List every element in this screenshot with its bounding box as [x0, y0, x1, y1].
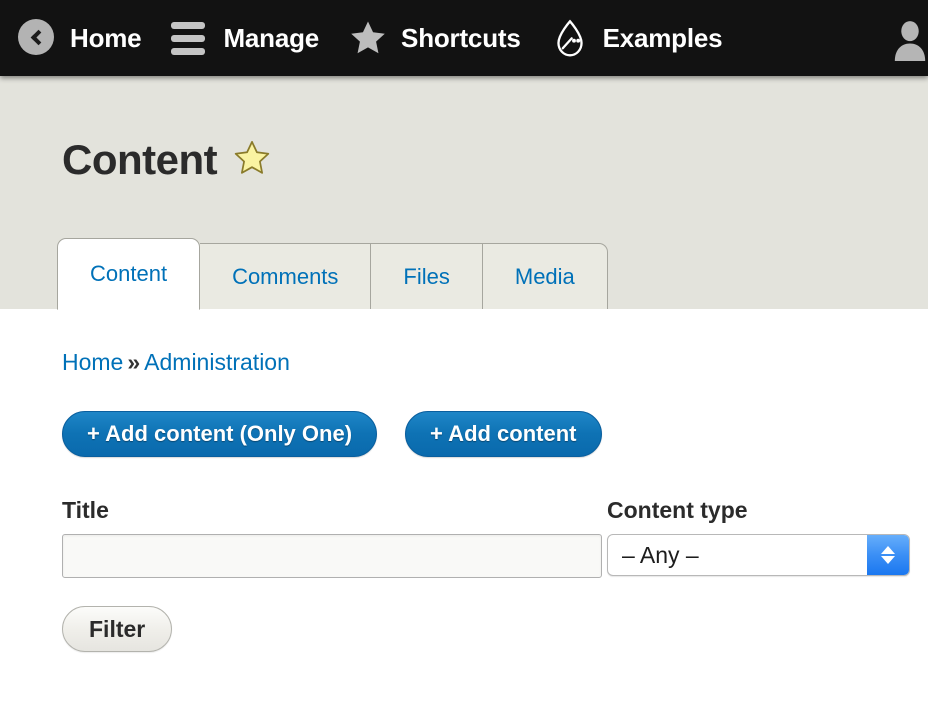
main-content: Home»Administration + Add content (Only … [0, 309, 928, 706]
user-avatar-icon [890, 19, 928, 57]
tab-label: Comments [232, 264, 338, 290]
tab-label: Files [403, 264, 449, 290]
breadcrumb: Home»Administration [62, 309, 928, 376]
add-content-label: + Add content [430, 421, 576, 447]
shortcut-star-icon[interactable] [233, 139, 271, 182]
add-content-only-one-label: + Add content (Only One) [87, 421, 352, 447]
primary-tabs: Content Comments Files Media [57, 238, 608, 309]
breadcrumb-link-administration[interactable]: Administration [144, 349, 290, 375]
form-item-title: Title [62, 497, 607, 578]
hamburger-icon [171, 19, 209, 57]
home-back-circle-icon [18, 19, 56, 57]
title-label: Title [62, 497, 607, 524]
filter-fields-row: Title Content type – Any – [62, 497, 928, 578]
toolbar-item-label: Examples [603, 23, 723, 54]
toolbar-item-home[interactable]: Home [10, 0, 163, 76]
toolbar-item-label: Home [70, 23, 141, 54]
breadcrumb-link-home[interactable]: Home [62, 349, 123, 375]
add-content-only-one-button[interactable]: + Add content (Only One) [62, 411, 377, 457]
action-links: + Add content (Only One) + Add content [62, 411, 928, 457]
form-item-content-type: Content type – Any – [607, 497, 917, 576]
drupal-droplet-icon [551, 19, 589, 57]
title-input[interactable] [62, 534, 602, 578]
toolbar-item-account[interactable] [882, 0, 928, 76]
tab-label: Content [90, 261, 167, 287]
page-title: Content [62, 139, 217, 181]
content-type-selected-value: – Any – [608, 542, 699, 569]
tab-label: Media [515, 264, 575, 290]
admin-toolbar: Home Manage Shortcuts Examples [0, 0, 928, 76]
filter-submit-button[interactable]: Filter [62, 606, 172, 652]
star-icon [349, 19, 387, 57]
content-type-label: Content type [607, 497, 917, 524]
content-type-select[interactable]: – Any – [607, 534, 910, 576]
tab-comments[interactable]: Comments [200, 243, 371, 309]
toolbar-item-shortcuts[interactable]: Shortcuts [341, 0, 543, 76]
tab-media[interactable]: Media [483, 243, 608, 309]
page-header: Content Content Comments Files Media [0, 76, 928, 309]
toolbar-item-label: Manage [223, 23, 319, 54]
toolbar-item-examples[interactable]: Examples [543, 0, 745, 76]
add-content-button[interactable]: + Add content [405, 411, 601, 457]
content-filter-form: Title Content type – Any – Filter [62, 497, 928, 652]
toolbar-item-label: Shortcuts [401, 23, 521, 54]
tab-files[interactable]: Files [371, 243, 482, 309]
page-title-row: Content [62, 76, 928, 186]
tab-content[interactable]: Content [57, 238, 200, 310]
toolbar-item-manage[interactable]: Manage [163, 0, 341, 76]
breadcrumb-separator: » [123, 349, 144, 375]
chevron-updown-icon[interactable] [867, 535, 909, 575]
